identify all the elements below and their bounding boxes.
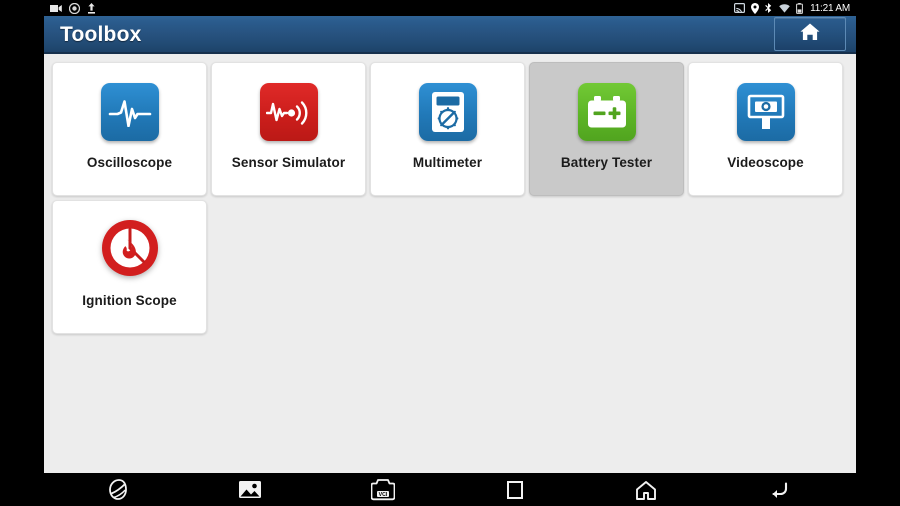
multimeter-icon-wrap [417,81,479,143]
status-clock: 11:21 AM [810,2,850,14]
bluetooth-icon [765,2,773,14]
tile-battery-tester[interactable]: Battery Tester [529,62,684,196]
ignition-scope-icon-wrap [99,219,161,281]
battery-tester-icon-wrap [576,81,638,143]
tile-label: Sensor Simulator [231,155,346,170]
recents-icon[interactable] [506,480,524,500]
home-icon[interactable] [635,480,657,500]
android-nav-bar: VCI [44,473,856,506]
tile-videoscope[interactable]: Videoscope [688,62,843,196]
oscilloscope-icon-wrap [99,81,161,143]
waveform-icon [100,83,159,141]
tool-grid: Oscilloscope Sensor Simulator Multimeter… [52,62,848,334]
status-left-icons [50,2,96,14]
title-home-button[interactable] [774,17,846,51]
svg-text:VCI: VCI [379,492,388,498]
tile-label: Videoscope [727,155,804,170]
screen-record-icon [69,2,80,14]
gallery-icon[interactable] [239,480,261,499]
ignition-flame-icon [100,218,160,283]
camera-scope-icon [736,83,795,141]
home-icon [799,22,821,47]
tile-label: Multimeter [412,155,483,170]
location-pin-icon [751,2,760,14]
tile-oscilloscope[interactable]: Oscilloscope [52,62,207,196]
app-title-bar: Toolbox [44,16,856,54]
nav-right-group [450,480,856,500]
battery-icon [577,83,636,141]
tile-label: Oscilloscope [86,155,173,170]
status-right-icons: 11:21 AM [734,2,850,14]
toolbox-content: Oscilloscope Sensor Simulator Multimeter… [44,54,856,473]
signal-waveform-icon [259,83,318,141]
tile-ignition-scope[interactable]: Ignition Scope [52,200,207,334]
vci-device-icon[interactable]: VCI [371,478,395,501]
screencast-icon [734,3,746,13]
nav-left-group: VCI [44,478,450,501]
tile-sensor-simulator[interactable]: Sensor Simulator [211,62,366,196]
multimeter-icon [418,83,477,141]
tablet-device-frame: 11:21 AM Toolbox Oscilloscope Sensor Sim… [0,0,900,506]
tile-label: Ignition Scope [82,293,177,308]
video-camera-icon [50,4,62,13]
tablet-screen: 11:21 AM Toolbox Oscilloscope Sensor Sim… [44,0,856,506]
tile-multimeter[interactable]: Multimeter [370,62,525,196]
back-icon[interactable] [768,480,790,500]
battery-icon [796,2,803,14]
sensor-simulator-icon-wrap [258,81,320,143]
upload-icon [87,2,96,14]
tile-label: Battery Tester [560,155,653,170]
wifi-icon [779,3,790,13]
videoscope-icon-wrap [735,81,797,143]
browser-icon[interactable] [109,478,129,501]
page-title: Toolbox [60,23,142,46]
android-status-bar: 11:21 AM [44,0,856,16]
